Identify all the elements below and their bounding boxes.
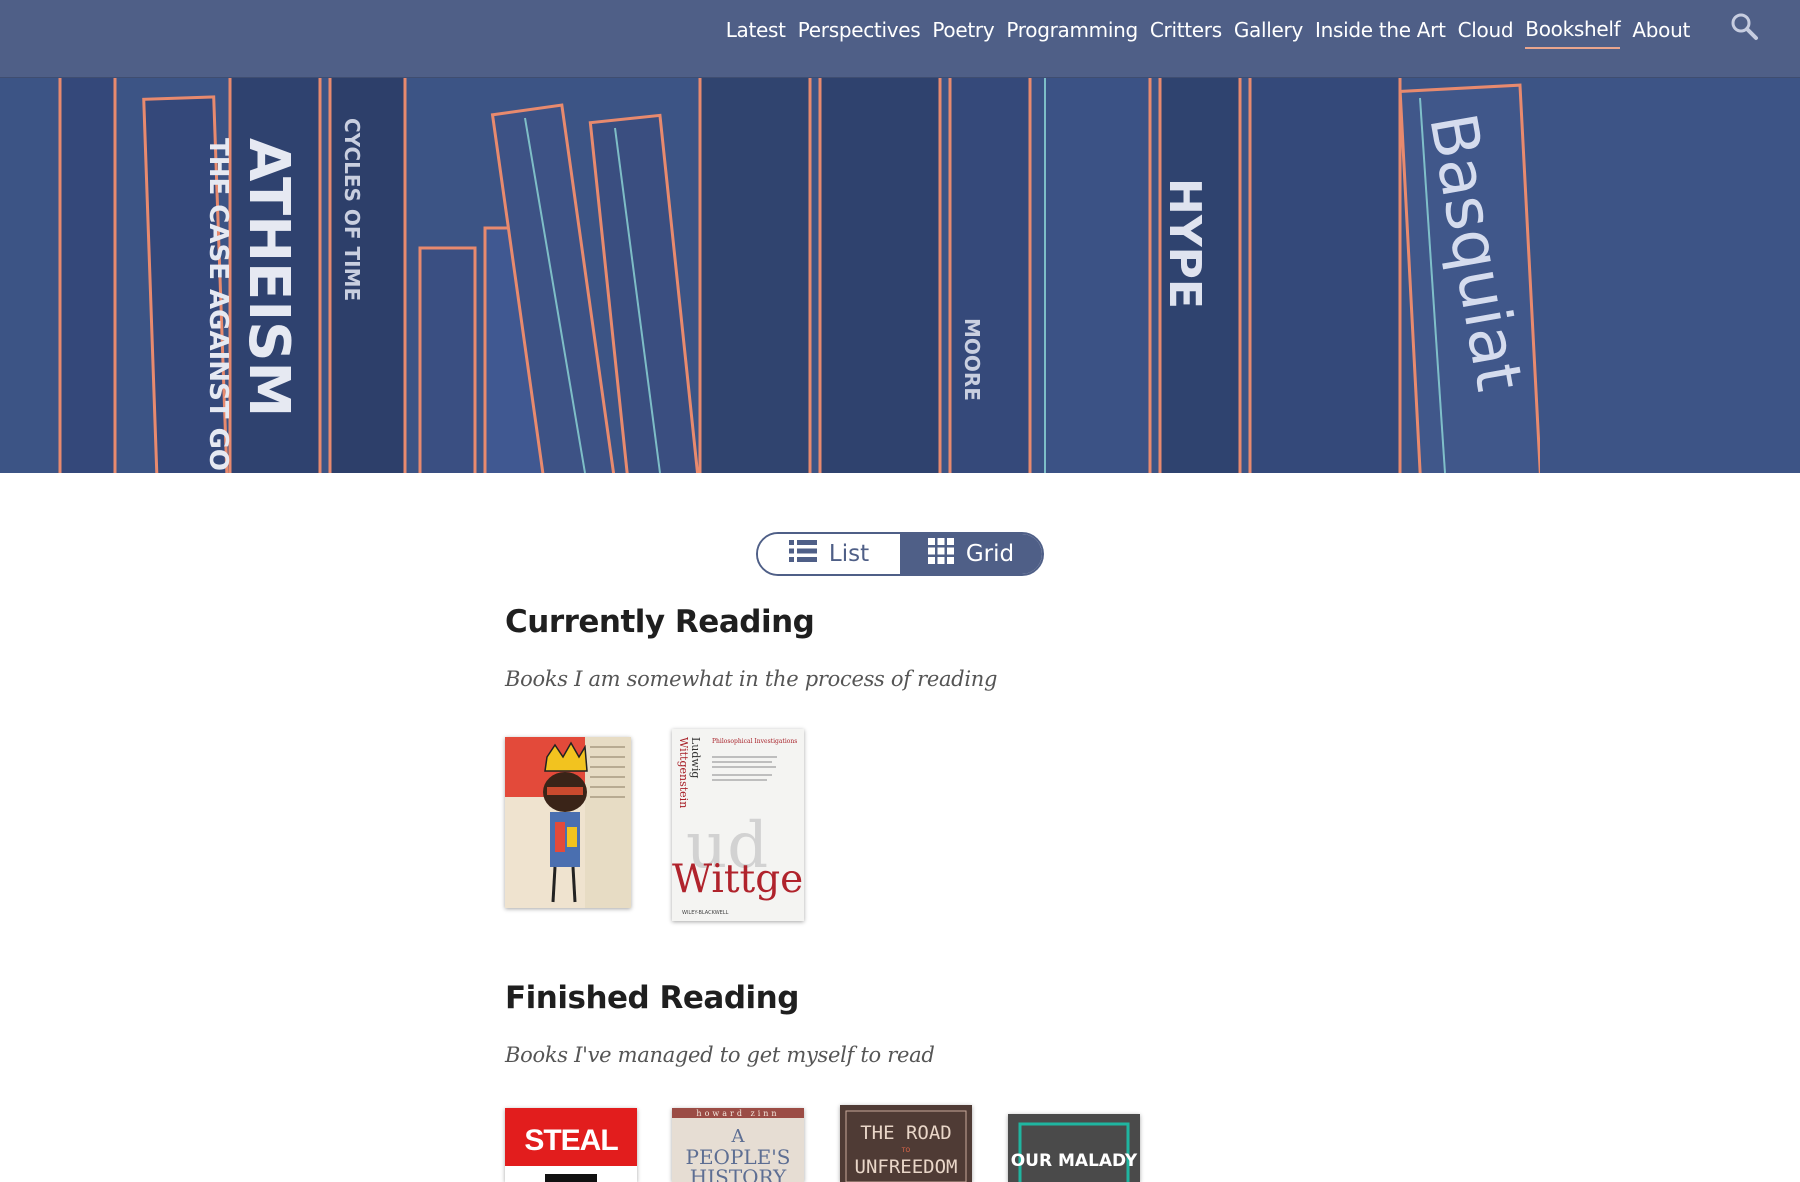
book-title: Philosophical Investigations [712, 738, 797, 745]
book-publisher: WILEY-BLACKWELL [682, 910, 729, 916]
book-cover-text: STEAL [524, 1124, 618, 1157]
list-view-button[interactable]: List [758, 534, 900, 574]
book-cover-basquiat[interactable] [505, 737, 631, 908]
book-author: howard zinn [696, 1109, 779, 1118]
finished-reading-heading: Finished Reading [505, 980, 799, 1016]
nav-poetry[interactable]: Poetry [932, 16, 994, 48]
book-cover-our-malady[interactable]: OUR MALADY [1008, 1114, 1140, 1182]
nav-bookshelf[interactable]: Bookshelf [1525, 15, 1621, 49]
grid-label: Grid [965, 541, 1015, 567]
book-cover-text: OUR MALADY [1011, 1151, 1138, 1171]
currently-reading-subtitle: Books I am somewhat in the process of re… [505, 667, 998, 691]
list-label: List [828, 541, 870, 567]
hero-spine-text: MOORE [960, 318, 984, 401]
book-cover-peoples-history[interactable]: howard zinn A PEOPLE'S HISTORY [672, 1108, 804, 1182]
currently-reading-heading: Currently Reading [505, 604, 815, 640]
book-line3: HISTORY [690, 1165, 787, 1182]
nav-programming[interactable]: Programming [1006, 16, 1138, 48]
hero-spine-text: CYCLES OF TIME [340, 118, 364, 301]
nav-about[interactable]: About [1632, 16, 1690, 48]
hero-spine-text: THE CASE AGAINST GOD [203, 138, 233, 473]
hero-banner: ATHEISM THE CASE AGAINST GOD CYCLES OF T… [0, 78, 1800, 473]
search-icon[interactable] [1730, 12, 1760, 42]
nav-gallery[interactable]: Gallery [1234, 16, 1303, 48]
view-toggle: List Grid [756, 532, 1044, 576]
finished-reading-subtitle: Books I've managed to get myself to read [505, 1043, 935, 1067]
nav-cloud[interactable]: Cloud [1458, 16, 1514, 48]
hero-spine-text: ATHEISM [236, 138, 301, 417]
book-author-last: Wittgenstein [677, 737, 690, 808]
grid-icon [927, 538, 954, 570]
grid-view-button[interactable]: Grid [900, 534, 1042, 574]
book-big-title: Wittge [672, 857, 803, 902]
book-line2: TO [901, 1147, 911, 1154]
book-line1: THE ROAD [860, 1122, 952, 1144]
nav-critters[interactable]: Critters [1150, 16, 1222, 48]
nav-inside-the-art[interactable]: Inside the Art [1315, 16, 1446, 48]
book-line3: UNFREEDOM [855, 1156, 958, 1178]
list-icon [788, 540, 817, 568]
top-nav: Latest Perspectives Poetry Programming C… [0, 0, 1800, 78]
book-cover-steal[interactable]: STEAL [505, 1108, 637, 1182]
nav-latest[interactable]: Latest [726, 16, 786, 48]
book-line1: A [731, 1126, 746, 1147]
nav-perspectives[interactable]: Perspectives [798, 16, 921, 48]
book-cover-wittgenstein[interactable]: Ludwig Wittgenstein Philosophical Invest… [672, 729, 804, 921]
hero-spine-text: HYPE [1159, 178, 1210, 309]
book-cover-road-unfreedom[interactable]: THE ROAD TO UNFREEDOM [840, 1105, 972, 1182]
nav-links: Latest Perspectives Poetry Programming C… [726, 0, 1690, 64]
